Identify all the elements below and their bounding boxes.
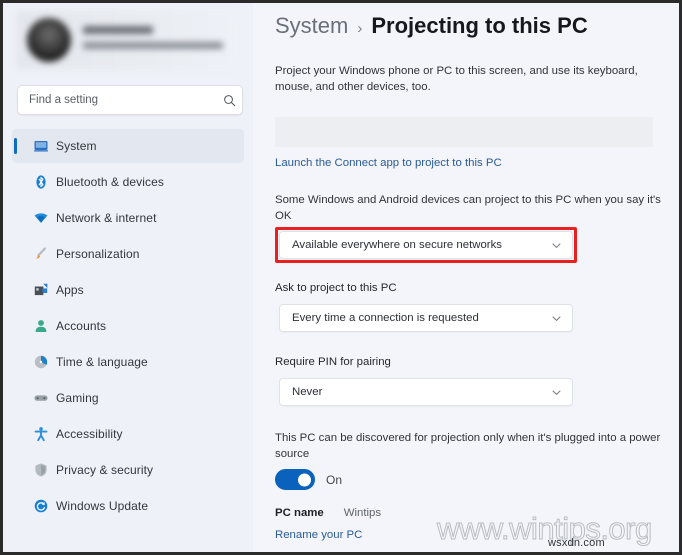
sidebar-item-label: Privacy & security bbox=[56, 463, 154, 477]
rename-pc-link[interactable]: Rename your PC bbox=[275, 529, 362, 541]
search-icon bbox=[216, 94, 242, 107]
sidebar-item-label: Personalization bbox=[56, 247, 140, 261]
chevron-down-icon bbox=[551, 313, 562, 324]
sidebar-item-accessibility[interactable]: Accessibility bbox=[12, 417, 244, 451]
sidebar-item-label: Gaming bbox=[56, 391, 99, 405]
sidebar-item-label: Bluetooth & devices bbox=[56, 175, 164, 189]
shield-icon bbox=[26, 462, 56, 478]
search-input[interactable] bbox=[18, 94, 216, 106]
pc-name-value: Wintips bbox=[343, 507, 382, 519]
sidebar-nav: System Bluetooth & devices Network & int… bbox=[3, 129, 253, 525]
power-source-toggle-row: On bbox=[275, 469, 342, 490]
user-profile-blurred[interactable] bbox=[17, 11, 234, 69]
clock-icon bbox=[26, 354, 56, 370]
chevron-down-icon bbox=[551, 387, 562, 398]
sidebar-item-label: Accessibility bbox=[56, 427, 123, 441]
launch-connect-app-link[interactable]: Launch the Connect app to project to thi… bbox=[275, 157, 502, 169]
sidebar: System Bluetooth & devices bbox=[3, 3, 253, 552]
require-pin-label: Require PIN for pairing bbox=[275, 356, 391, 368]
sidebar-item-label: Windows Update bbox=[56, 499, 149, 513]
pc-name-label: PC name bbox=[275, 507, 324, 519]
paintbrush-icon bbox=[26, 246, 56, 262]
dropdown-value: Never bbox=[292, 386, 323, 398]
apps-icon bbox=[26, 282, 56, 298]
sidebar-item-label: Accounts bbox=[56, 319, 107, 333]
dropdown-value: Available everywhere on secure networks bbox=[292, 239, 502, 251]
sidebar-item-apps[interactable]: Apps bbox=[12, 273, 244, 307]
page-title: Projecting to this PC bbox=[371, 13, 588, 38]
sidebar-item-label: Apps bbox=[56, 283, 84, 297]
avatar bbox=[27, 18, 71, 62]
power-source-toggle[interactable] bbox=[275, 469, 315, 490]
sidebar-item-bluetooth-devices[interactable]: Bluetooth & devices bbox=[12, 165, 244, 199]
toggle-state-label: On bbox=[326, 472, 343, 487]
chevron-right-icon: › bbox=[357, 20, 363, 37]
sidebar-item-label: Network & internet bbox=[56, 211, 157, 225]
content-area: System › Projecting to this PC Project y… bbox=[253, 3, 679, 552]
sidebar-item-label: Time & language bbox=[56, 355, 148, 369]
breadcrumb: System › Projecting to this PC bbox=[275, 13, 588, 39]
sidebar-item-label: System bbox=[56, 139, 97, 153]
profile-name-blurred bbox=[83, 26, 153, 34]
projection-availability-description: Some Windows and Android devices can pro… bbox=[275, 194, 661, 223]
pc-name-row: PC name Wintips bbox=[275, 507, 381, 519]
toggle-knob bbox=[298, 473, 311, 486]
sidebar-item-network-internet[interactable]: Network & internet bbox=[12, 201, 244, 235]
page-description: Project your Windows phone or PC to this… bbox=[275, 65, 638, 94]
require-pin-dropdown[interactable]: Never bbox=[279, 378, 573, 406]
sidebar-item-gaming[interactable]: Gaming bbox=[12, 381, 244, 415]
ask-to-project-label: Ask to project to this PC bbox=[275, 282, 397, 294]
sidebar-item-windows-update[interactable]: Windows Update bbox=[12, 489, 244, 523]
chevron-down-icon bbox=[551, 240, 562, 251]
person-icon bbox=[26, 318, 56, 334]
monitor-icon bbox=[26, 138, 56, 154]
settings-window: System Bluetooth & devices bbox=[0, 0, 682, 555]
profile-email-blurred bbox=[83, 42, 223, 49]
wifi-icon bbox=[26, 210, 56, 226]
placeholder-band bbox=[275, 117, 653, 147]
update-icon bbox=[26, 498, 56, 514]
power-source-description: This PC can be discovered for projection… bbox=[275, 432, 661, 461]
sidebar-item-personalization[interactable]: Personalization bbox=[12, 237, 244, 271]
bluetooth-icon bbox=[26, 174, 56, 190]
sidebar-item-time-language[interactable]: Time & language bbox=[12, 345, 244, 379]
gamepad-icon bbox=[26, 390, 56, 406]
dropdown-value: Every time a connection is requested bbox=[292, 312, 479, 324]
breadcrumb-parent[interactable]: System bbox=[275, 13, 348, 39]
search-box[interactable] bbox=[17, 85, 243, 115]
projection-availability-dropdown[interactable]: Available everywhere on secure networks bbox=[279, 231, 573, 259]
sidebar-item-accounts[interactable]: Accounts bbox=[12, 309, 244, 343]
sidebar-item-privacy-security[interactable]: Privacy & security bbox=[12, 453, 244, 487]
ask-to-project-dropdown[interactable]: Every time a connection is requested bbox=[279, 304, 573, 332]
accessibility-icon bbox=[26, 426, 56, 442]
sidebar-item-system[interactable]: System bbox=[12, 129, 244, 163]
